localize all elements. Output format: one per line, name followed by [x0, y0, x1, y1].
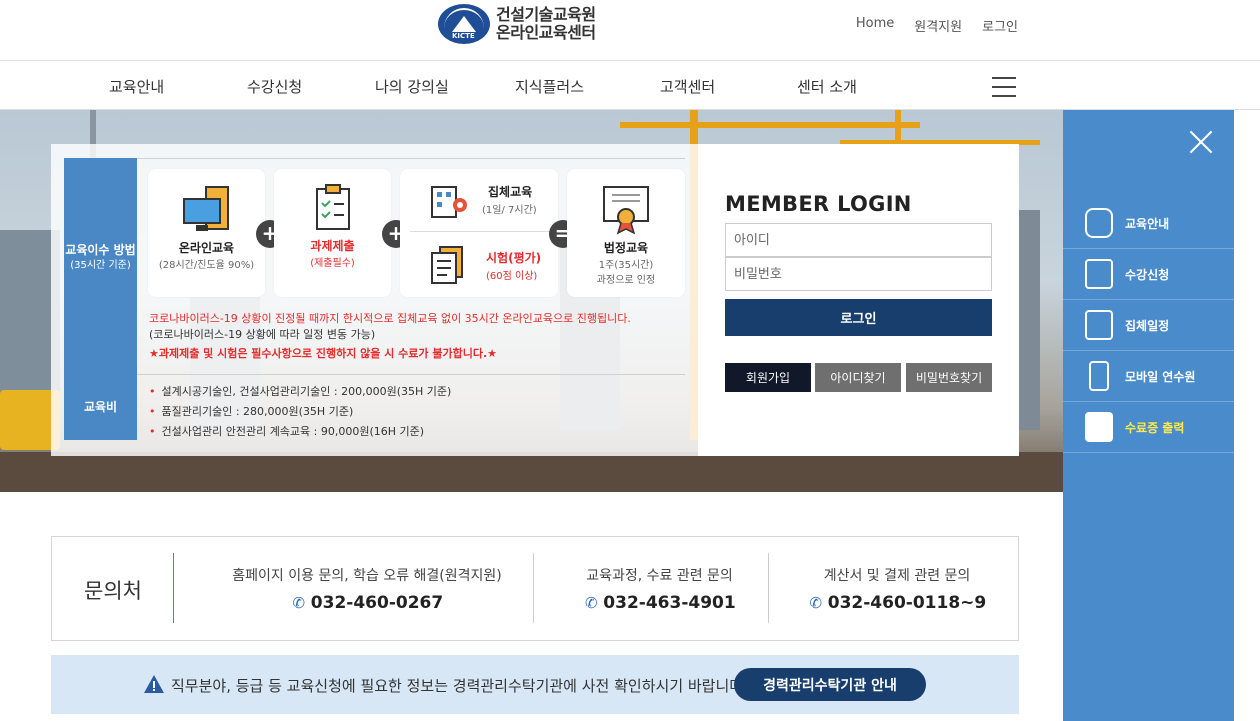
kicte-emblem-icon: KICTE	[438, 4, 490, 44]
find-id-button[interactable]: 아이디찾기	[815, 363, 901, 392]
legal-sub1: 1주(35시간)	[598, 260, 654, 271]
join-button[interactable]: 회원가입	[725, 363, 811, 392]
certificate-icon	[603, 186, 649, 235]
task-sub: (제출필수)	[310, 258, 355, 269]
contact-block-billing: 계산서 및 결제 관련 문의 ✆ 032-460-0118~9	[787, 565, 1007, 613]
exam-title: 시험(평가)	[486, 251, 542, 265]
legal-title: 법정교육	[603, 241, 649, 255]
quick-item-label: 집체일정	[1125, 318, 1170, 333]
method-label: 교육이수 방법	[65, 243, 136, 257]
task-title: 과제제출	[310, 239, 355, 253]
contact-title: 문의처	[84, 579, 142, 603]
card-legal: 법정교육 1주(35시간) 과정으로 인정	[567, 169, 685, 297]
quick-item-label: 모바일 연수원	[1125, 369, 1196, 384]
computer-icon	[182, 186, 229, 231]
notice-bar: 직무분야, 등급 등 교육신청에 필요한 정보는 경력관리수탁기관에 사전 확인…	[51, 655, 1019, 714]
online-sub: (28시간/진도율 90%)	[158, 260, 255, 271]
card-group-exam: 집체교육 (1일/ 7시간) 시험(평가) (60점 이상)	[400, 169, 558, 297]
quick-item-label: 수강신청	[1125, 267, 1170, 282]
contact-phone[interactable]: 032-463-4901	[603, 593, 735, 613]
phone-icon: ✆	[292, 594, 306, 612]
books-icon	[1085, 259, 1113, 289]
group-title: 집체교육	[488, 185, 533, 199]
card-task: 과제제출 (제출필수)	[274, 169, 391, 297]
quick-item-label: 교육안내	[1125, 216, 1170, 231]
contact-phone[interactable]: 032-460-0267	[311, 593, 443, 613]
password-input[interactable]	[725, 257, 992, 291]
hamburger-menu-icon[interactable]	[992, 77, 1016, 97]
building-icon	[430, 181, 470, 221]
logo-line2: 온라인교육센터	[496, 23, 596, 42]
home-link[interactable]: Home	[856, 16, 894, 35]
quick-item-label: 수료증 출력	[1125, 420, 1185, 435]
covid-notes: 코로나바이러스-19 상황이 진정될 때까지 한시적으로 집체교육 없이 35시…	[149, 311, 631, 362]
quick-item-certificate-print[interactable]: 수료증 출력	[1063, 402, 1234, 453]
nav-item-my-class[interactable]: 나의 강의실	[375, 76, 449, 97]
note-2: (코로나바이러스-19 상황에 따라 일정 변동 가능)	[149, 328, 376, 341]
fee-label: 교육비	[64, 374, 137, 440]
edu-info-panel: 교육이수 방법 (35시간 기준) 온라인교육 (28시간/진도율 90%) +…	[51, 144, 698, 456]
contact-label: 홈페이지 이용 문의, 학습 오류 해결(원격지원)	[232, 568, 502, 584]
main-nav: 교육안내 수강신청 나의 강의실 지식플러스 고객센터 센터 소개	[0, 62, 1260, 110]
quick-item-enroll[interactable]: 수강신청	[1063, 249, 1234, 300]
find-password-button[interactable]: 비밀번호찾기	[906, 363, 992, 392]
quick-item-schedule[interactable]: 집체일정	[1063, 300, 1234, 351]
logo-tag: KICTE	[452, 32, 475, 40]
contact-phone[interactable]: 032-460-0118~9	[828, 593, 986, 613]
logo-text: 건설기술교육원 온라인교육센터	[496, 6, 596, 42]
exam-sub: (60점 이상)	[486, 271, 538, 282]
phone-icon: ✆	[585, 594, 598, 612]
group-sub: (1일/ 7시간)	[482, 205, 537, 216]
chat-user-icon	[1085, 208, 1113, 238]
contact-box: 문의처 홈페이지 이용 문의, 학습 오류 해결(원격지원) ✆ 032-460-…	[51, 536, 1019, 641]
top-header: KICTE 건설기술교육원 온라인교육센터 Home 원격지원 로그인	[0, 0, 1260, 61]
user-id-input[interactable]	[725, 223, 992, 257]
site-logo[interactable]: KICTE 건설기술교육원 온라인교육센터	[438, 4, 596, 44]
document-icon	[430, 245, 466, 285]
card-online: 온라인교육 (28시간/진도율 90%)	[148, 169, 265, 297]
fee-item: 건설사업관리 안전관리 계속교육 : 90,000원(16H 기준)	[149, 422, 451, 442]
online-title: 온라인교육	[178, 241, 235, 255]
note-3: ★과제제출 및 시험은 필수사항으로 진행하지 않을 시 수료가 불가합니다.★	[149, 347, 498, 360]
career-agency-button[interactable]: 경력관리수탁기관 안내	[734, 668, 926, 701]
fee-list: 설계시공기술인, 건설사업관리기술인 : 200,000원(35H 기준) 품질…	[149, 382, 452, 442]
quick-item-edu-info[interactable]: 교육안내	[1063, 198, 1234, 249]
method-sub: (35시간 기준)	[70, 260, 131, 271]
warning-icon	[144, 675, 164, 693]
nav-item-knowledge-plus[interactable]: 지식플러스	[515, 76, 584, 97]
method-label-cell: 교육이수 방법 (35시간 기준)	[64, 158, 137, 374]
legal-sub2: 과정으로 인정	[596, 275, 656, 286]
nav-item-about[interactable]: 센터 소개	[797, 76, 857, 97]
contact-block-support: 홈페이지 이용 문의, 학습 오류 해결(원격지원) ✆ 032-460-0267	[202, 565, 532, 613]
phone-icon: ✆	[809, 594, 823, 612]
contact-label: 계산서 및 결제 관련 문의	[823, 568, 971, 584]
quick-menu: 교육안내 수강신청 집체일정 모바일 연수원 수료증 출력	[1063, 110, 1234, 721]
mobile-phone-icon	[1089, 361, 1109, 391]
nav-item-customer-center[interactable]: 고객센터	[660, 76, 715, 97]
note-1: 코로나바이러스-19 상황이 진정될 때까지 한시적으로 집체교육 없이 35시…	[149, 312, 631, 325]
clipboard-icon	[315, 184, 350, 230]
contact-label: 교육과정, 수료 관련 문의	[586, 568, 733, 584]
logo-line1: 건설기술교육원	[496, 5, 596, 24]
fee-item: 품질관리기술인 : 280,000원(35H 기준)	[149, 402, 451, 422]
nav-item-enroll[interactable]: 수강신청	[247, 76, 302, 97]
notice-message: 직무분야, 등급 등 교육신청에 필요한 정보는 경력관리수탁기관에 사전 확인…	[171, 677, 748, 695]
calendar-clock-icon	[1085, 310, 1113, 340]
printer-icon	[1085, 412, 1113, 442]
quick-item-mobile[interactable]: 모바일 연수원	[1063, 351, 1234, 402]
login-title: MEMBER LOGIN	[725, 192, 912, 216]
login-link[interactable]: 로그인	[982, 16, 1018, 35]
contact-block-course: 교육과정, 수료 관련 문의 ✆ 032-463-4901	[552, 565, 767, 613]
remote-support-link[interactable]: 원격지원	[914, 16, 962, 35]
login-box: MEMBER LOGIN 로그인 회원가입 아이디찾기 비밀번호찾기	[698, 144, 1019, 456]
nav-item-edu-info[interactable]: 교육안내	[109, 76, 164, 97]
close-icon[interactable]	[1189, 130, 1213, 154]
top-links: Home 원격지원 로그인	[856, 16, 1018, 35]
fee-item: 설계시공기술인, 건설사업관리기술인 : 200,000원(35H 기준)	[149, 382, 452, 402]
login-submit-button[interactable]: 로그인	[725, 299, 992, 336]
